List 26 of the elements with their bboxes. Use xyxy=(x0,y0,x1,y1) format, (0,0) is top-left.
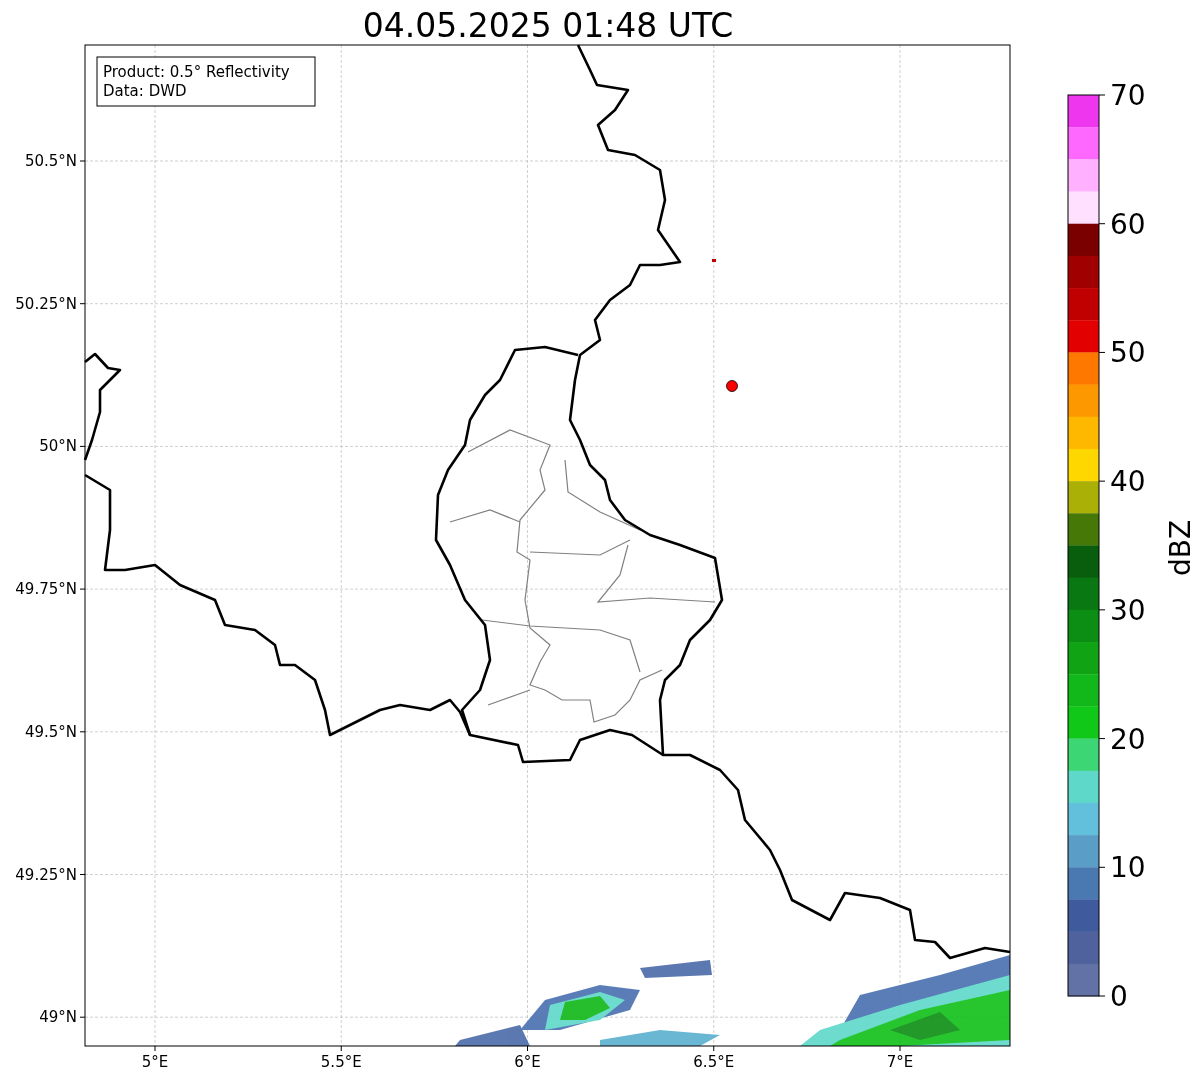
colorbar-tick-label: 0 xyxy=(1110,980,1128,1013)
latitude-label: 50.25°N xyxy=(15,294,77,313)
longitude-label: 5°E xyxy=(141,1053,169,1071)
latitude-label: 49.5°N xyxy=(24,722,77,741)
colorbar-tick-label: 10 xyxy=(1110,851,1146,885)
echo-speck-icon xyxy=(712,259,716,262)
longitude-label: 6.5°E xyxy=(693,1053,735,1071)
colorbar-tick-label: 20 xyxy=(1110,722,1146,756)
radar-site-marker xyxy=(726,380,738,392)
latitude-label: 49.75°N xyxy=(15,580,77,599)
info-text: Product: 0.5° Reflectivity xyxy=(103,63,290,81)
colorbar-tick-label: 40 xyxy=(1110,465,1146,499)
latitude-label: 49°N xyxy=(39,1008,77,1027)
colorbar-tick-label: 60 xyxy=(1110,207,1146,241)
colorbar-tick-label: 50 xyxy=(1110,336,1146,370)
latitude-label: 50°N xyxy=(39,437,77,456)
latitude-label: 49.25°N xyxy=(15,865,77,884)
colorbar-tick-label: 30 xyxy=(1110,593,1146,627)
colorbar-label: dBZ xyxy=(1164,519,1197,577)
colorbar-tick-label: 70 xyxy=(1110,79,1146,112)
longitude-label: 6°E xyxy=(514,1053,541,1071)
figure-title: 04.05.2025 01:48 UTC xyxy=(362,6,734,45)
latitude-label: 50.5°N xyxy=(24,152,77,170)
longitude-label: 5.5°E xyxy=(320,1053,362,1071)
longitude-label: 7°E xyxy=(886,1053,914,1071)
info-text: Data: DWD xyxy=(103,82,187,100)
